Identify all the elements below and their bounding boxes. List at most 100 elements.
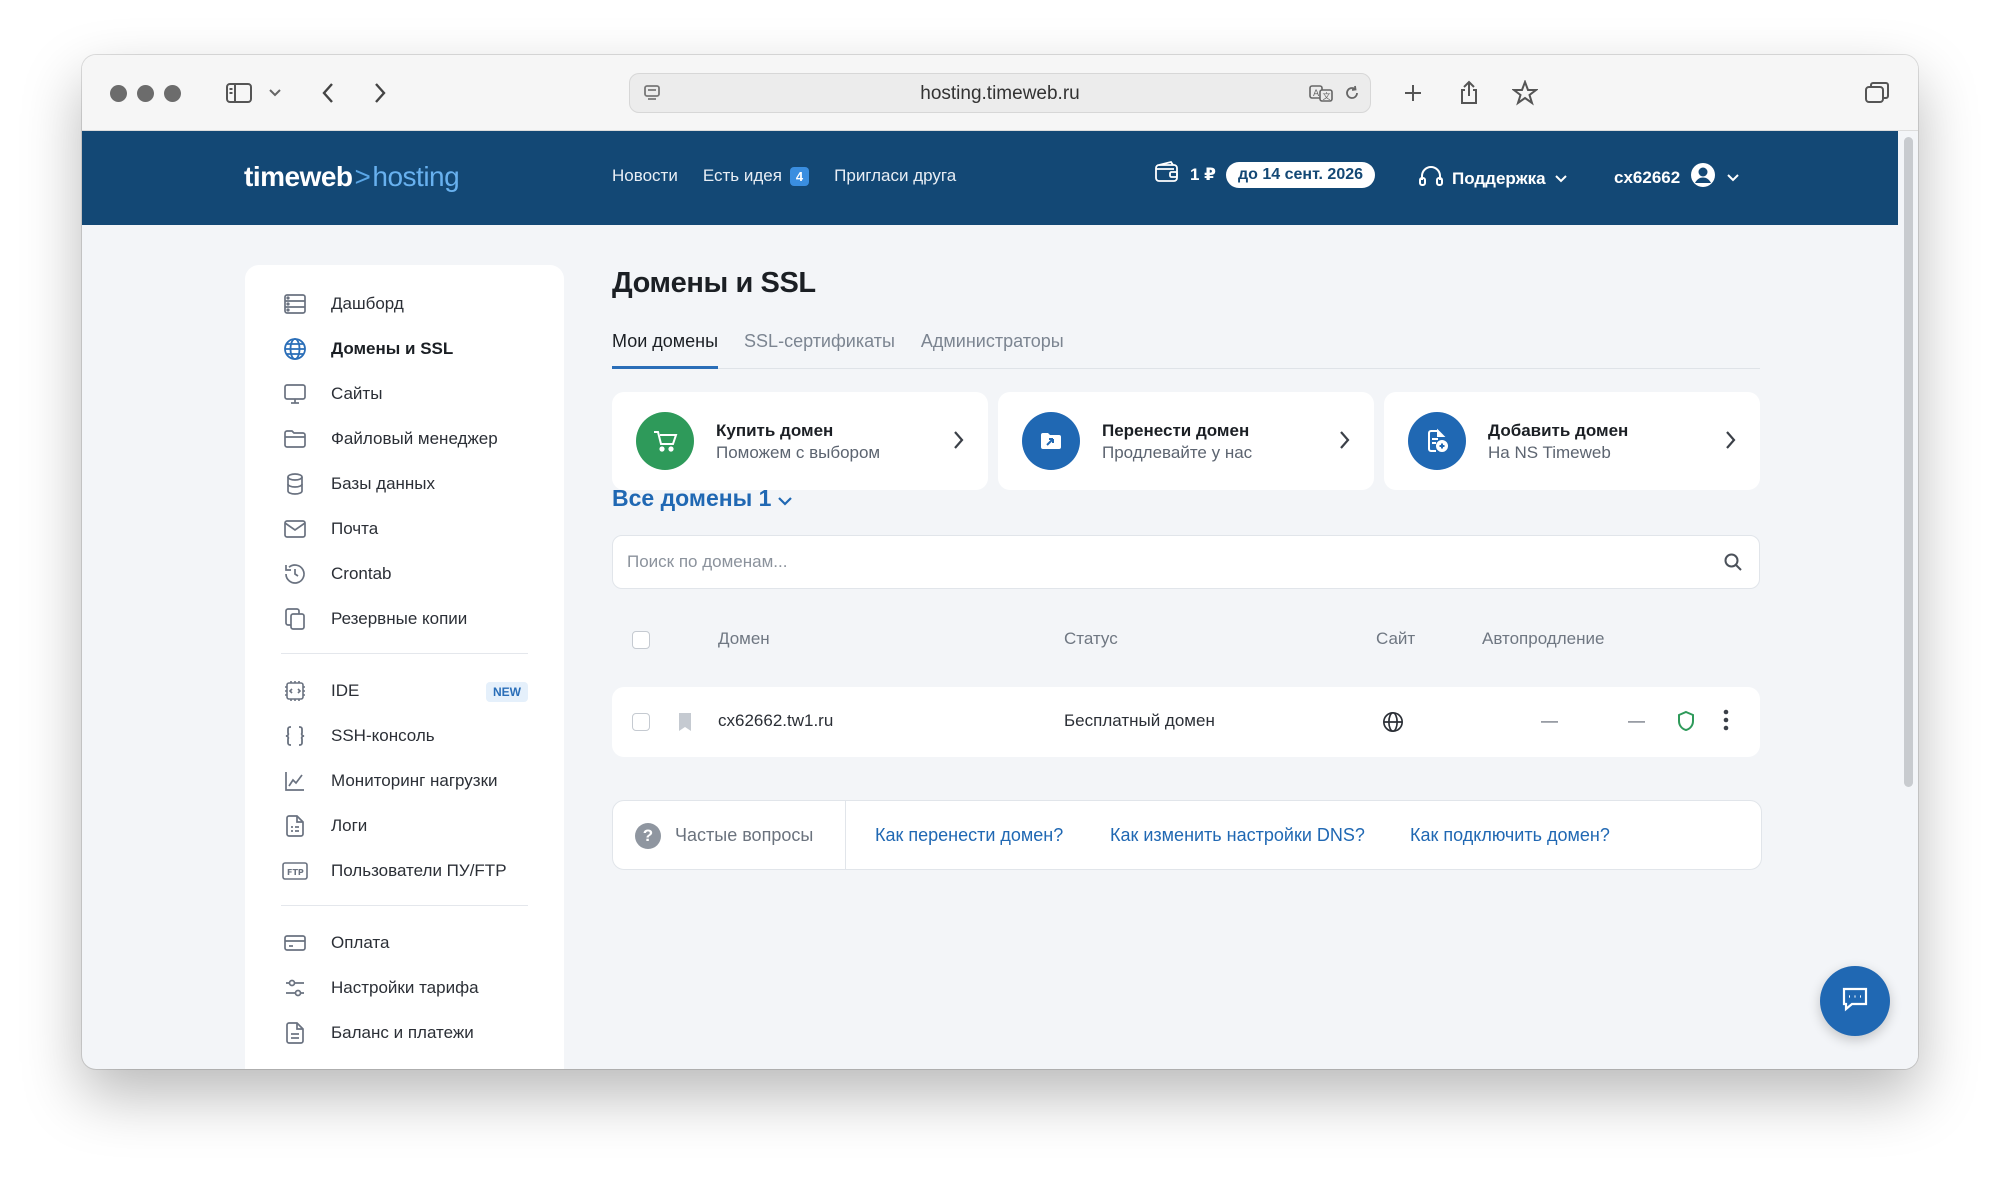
back-icon[interactable] [314, 77, 342, 109]
ide-icon [281, 677, 309, 705]
sliders-icon [281, 974, 309, 1002]
sidebar-item-balance-payments[interactable]: Баланс и платежи [245, 1010, 564, 1055]
domain-status: Бесплатный домен [1064, 711, 1215, 730]
scrollbar-thumb[interactable] [1904, 137, 1913, 787]
domain-name[interactable]: cx62662.tw1.ru [718, 711, 833, 731]
sidebar-item-mail[interactable]: Почта [245, 506, 564, 551]
tab-administrators[interactable]: Администраторы [921, 325, 1064, 369]
nav-idea-link[interactable]: Есть идея 4 [703, 166, 810, 186]
balance-amount: 1 ₽ [1190, 164, 1217, 184]
translate-icon[interactable]: A文 [1308, 83, 1334, 108]
faq-label: Частые вопросы [675, 825, 814, 845]
chevron-down-icon [1726, 168, 1740, 188]
chart-icon [281, 767, 309, 795]
add-domain-card[interactable]: Добавить домен На NS Timeweb [1384, 392, 1760, 490]
faq-link-connect[interactable]: Как подключить домен? [1410, 825, 1610, 846]
sidebar-item-load-monitoring[interactable]: Мониторинг нагрузки [245, 758, 564, 803]
sidebar-divider [281, 905, 528, 906]
folder-icon [281, 425, 309, 453]
buy-domain-card[interactable]: Купить домен Поможем с выбором [612, 392, 988, 490]
ssl-shield-icon[interactable] [1676, 710, 1696, 737]
sidebar-item-backups[interactable]: Резервные копии [245, 596, 564, 641]
table-row[interactable]: cx62662.tw1.ru Бесплатный домен — — [612, 687, 1760, 757]
sidebar-item-crontab[interactable]: Crontab [245, 551, 564, 596]
faq-link-dns[interactable]: Как изменить настройки DNS? [1110, 825, 1365, 846]
all-domains-filter[interactable]: Все домены 1 [612, 485, 793, 512]
sidebar-item-ide[interactable]: IDE NEW [245, 668, 564, 713]
nav-news-link[interactable]: Новости [612, 166, 678, 186]
domain-search-input[interactable] [627, 536, 1687, 588]
select-all-checkbox[interactable] [632, 631, 650, 649]
sidebar-item-sites[interactable]: Сайты [245, 371, 564, 416]
sidebar-item-file-manager[interactable]: Файловый менеджер [245, 416, 564, 461]
extra-value: — [1628, 711, 1645, 730]
support-menu[interactable]: Поддержка [1418, 164, 1568, 193]
more-actions-icon[interactable] [1722, 708, 1730, 737]
action-cards: Купить домен Поможем с выбором Перенести… [612, 392, 1760, 490]
page-scrollbar[interactable] [1898, 131, 1918, 1069]
share-icon[interactable] [1454, 77, 1484, 109]
chevron-right-icon [952, 429, 964, 456]
url-text: hosting.timeweb.ru [920, 83, 1080, 104]
sidebar-item-ftp-users[interactable]: FTP Пользователи ПУ/FTP [245, 848, 564, 893]
reload-icon[interactable] [1342, 83, 1362, 108]
paid-until-badge: до 14 сент. 2026 [1226, 161, 1376, 188]
timeweb-logo[interactable]: timeweb>hosting [244, 161, 460, 193]
new-tab-icon[interactable] [1398, 77, 1428, 109]
sidebar-item-payment[interactable]: Оплата [245, 920, 564, 965]
chevron-down-icon [777, 485, 793, 512]
faq-link-transfer[interactable]: Как перенести домен? [875, 825, 1063, 846]
monitor-icon [281, 380, 309, 408]
sidebar-item-databases[interactable]: Базы данных [245, 461, 564, 506]
username: cx62662 [1614, 167, 1681, 187]
sidebar-item-tariff-settings[interactable]: Настройки тарифа [245, 965, 564, 1010]
address-bar[interactable]: hosting.timeweb.ru A文 [629, 73, 1371, 113]
wallet-icon [1154, 160, 1180, 189]
sidebar-item-dashboard[interactable]: Дашборд [245, 281, 564, 326]
nav-invite-link[interactable]: Пригласи друга [834, 166, 956, 186]
log-file-icon [281, 812, 309, 840]
forward-icon[interactable] [366, 77, 394, 109]
bookmark-icon[interactable] [678, 712, 692, 737]
row-checkbox[interactable] [632, 713, 650, 731]
column-domain[interactable]: Домен [718, 629, 770, 649]
column-status[interactable]: Статус [1064, 629, 1118, 649]
balance-widget[interactable]: 1 ₽ до 14 сент. 2026 [1154, 160, 1376, 189]
chevron-down-icon [1554, 169, 1568, 189]
transfer-domain-card[interactable]: Перенести домен Продлевайте у нас [998, 392, 1374, 490]
tab-ssl-certificates[interactable]: SSL-сертификаты [744, 325, 895, 369]
sidebar-item-logs[interactable]: Логи [245, 803, 564, 848]
domains-table-header: Домен Статус Сайт Автопродление [612, 625, 1760, 655]
globe-icon[interactable] [1382, 711, 1404, 738]
browser-window: hosting.timeweb.ru A文 timeweb>hosting Но… [82, 55, 1918, 1069]
user-avatar-icon [1690, 162, 1716, 193]
sidebar-item-ssh-console[interactable]: SSH-консоль [245, 713, 564, 758]
zoom-window-button[interactable] [164, 85, 181, 102]
minimize-window-button[interactable] [137, 85, 154, 102]
tab-overview-icon[interactable] [1862, 77, 1892, 109]
transfer-folder-icon [1022, 412, 1080, 470]
copy-icon [281, 605, 309, 633]
bookmark-star-icon[interactable] [1510, 77, 1540, 109]
chat-button[interactable] [1820, 966, 1890, 1036]
svg-text:FTP: FTP [287, 868, 304, 877]
question-icon: ? [635, 823, 661, 849]
user-menu[interactable]: cx62662 [1614, 162, 1740, 193]
search-icon[interactable] [1723, 552, 1743, 577]
chat-icon [1840, 985, 1870, 1018]
document-icon [281, 1019, 309, 1047]
close-window-button[interactable] [110, 85, 127, 102]
column-site[interactable]: Сайт [1376, 629, 1415, 649]
top-nav: Новости Есть идея 4 Пригласи друга [612, 166, 956, 186]
mail-icon [281, 515, 309, 543]
sidebar-toggle-icon[interactable] [222, 77, 256, 109]
idea-count-badge: 4 [789, 166, 810, 186]
faq-divider [845, 801, 846, 869]
database-icon [281, 470, 309, 498]
column-autorenew[interactable]: Автопродление [1482, 629, 1604, 649]
window-controls [110, 85, 181, 102]
tab-my-domains[interactable]: Мои домены [612, 325, 719, 369]
chevron-down-icon[interactable] [266, 77, 284, 109]
sidebar-item-domains[interactable]: Домены и SSL [245, 326, 564, 371]
dashboard-icon [281, 290, 309, 318]
